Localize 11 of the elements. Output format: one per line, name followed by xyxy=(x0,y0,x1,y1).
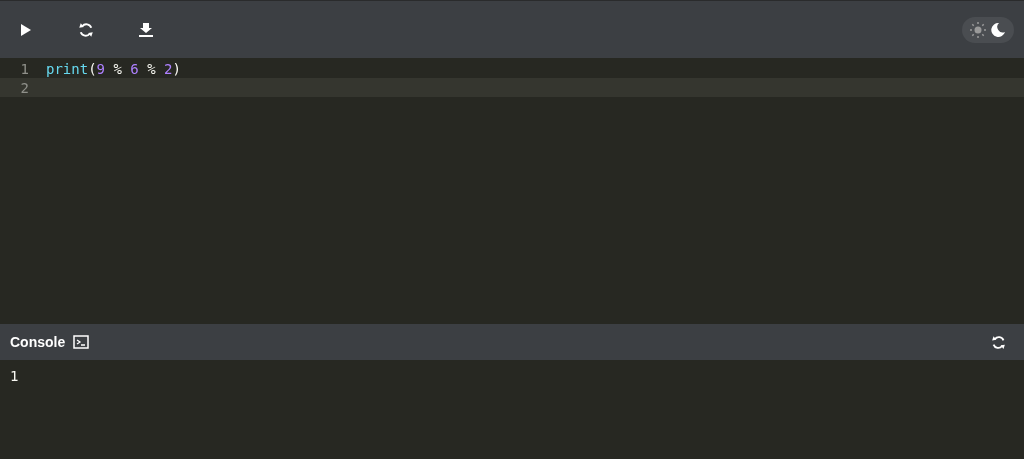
console-output: 1 xyxy=(9,367,20,386)
terminal-icon xyxy=(73,335,90,349)
refresh-icon xyxy=(989,333,1007,351)
download-icon xyxy=(139,22,153,37)
code-line: print(9 % 6 % 2) xyxy=(46,60,181,77)
console-title: Console xyxy=(10,334,66,350)
line-number: 2 xyxy=(19,79,30,96)
refresh-icon xyxy=(77,20,95,39)
play-icon xyxy=(20,22,32,37)
moon-icon[interactable] xyxy=(990,21,1006,38)
line-number: 1 xyxy=(19,60,30,77)
